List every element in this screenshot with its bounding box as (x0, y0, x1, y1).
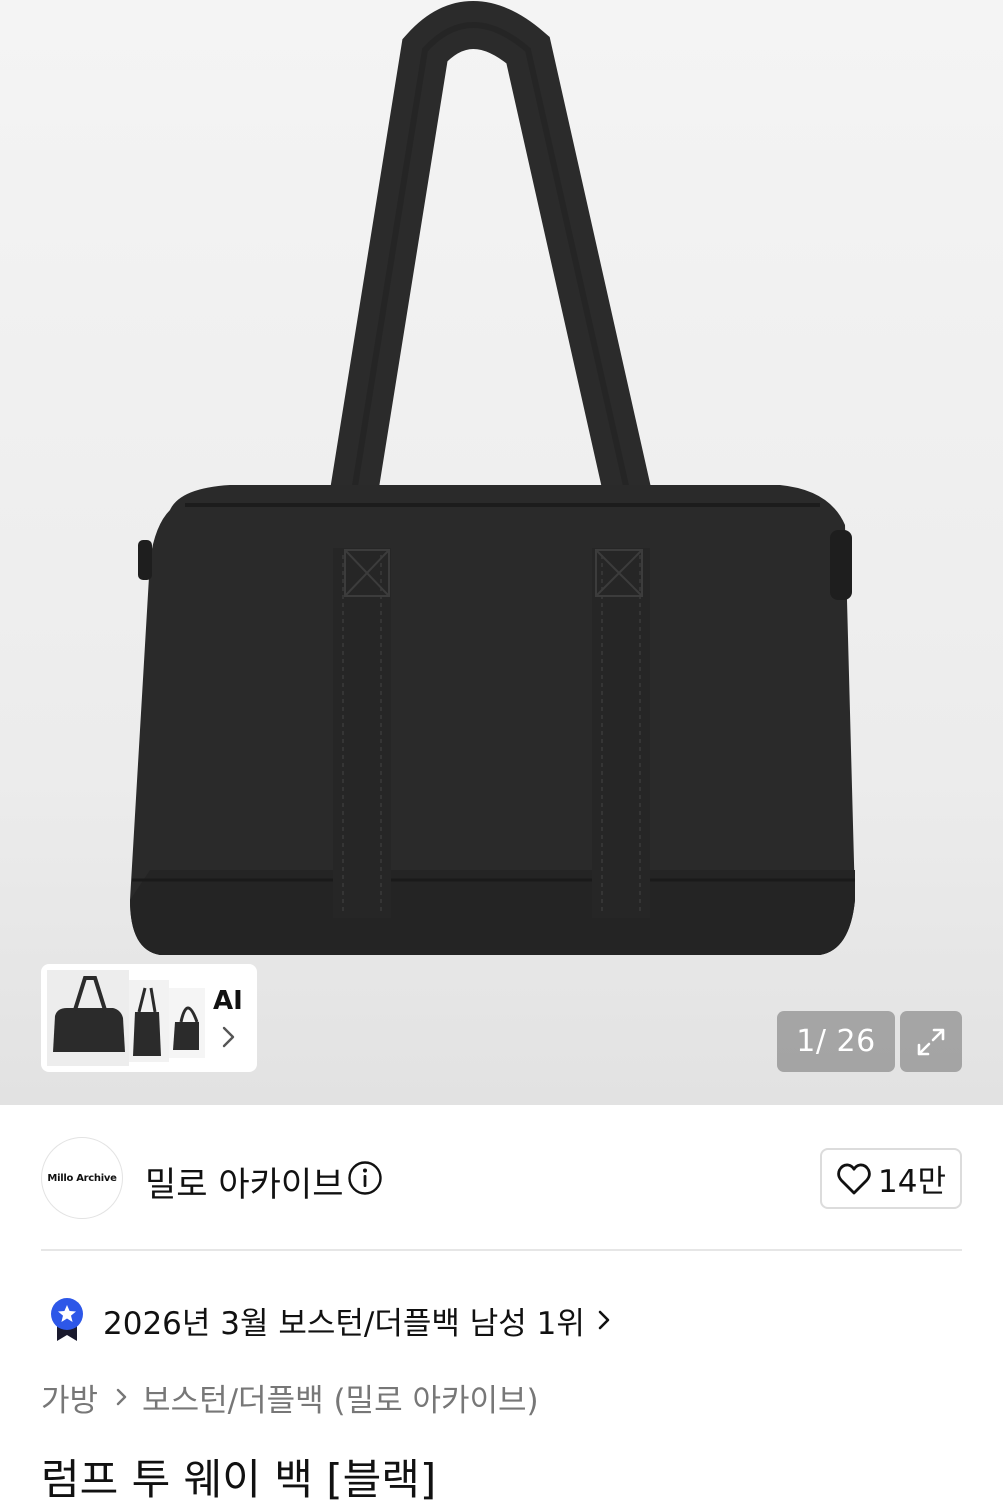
ai-label: AI (213, 986, 243, 1016)
like-button[interactable]: 14만 (820, 1148, 962, 1209)
expand-image-button[interactable] (900, 1011, 962, 1072)
ai-thumbnail-images (47, 970, 205, 1066)
product-photo (130, 1, 855, 955)
heart-icon (837, 1163, 871, 1194)
chevron-right-icon (222, 1026, 235, 1048)
like-count: 14만 (878, 1164, 946, 1200)
chevron-right-icon (116, 1388, 127, 1406)
image-counter: 1/ 26 (777, 1011, 895, 1072)
breadcrumb-item-bag[interactable]: 가방 (41, 1375, 98, 1420)
brand-name-link[interactable]: 밀로 아카이브 (145, 1157, 344, 1206)
expand-icon (917, 1028, 945, 1055)
ranking-text: 2026년 3월 보스턴/더플백 남성 1위 (103, 1306, 585, 1342)
info-icon[interactable] (347, 1160, 383, 1196)
brand-logo[interactable]: Millo Archive (41, 1137, 123, 1219)
ai-similar-items-card[interactable]: AI (41, 964, 257, 1072)
brand-logo-text: Millo Archive (47, 1172, 117, 1184)
breadcrumb-item-boston-duffle[interactable]: 보스턴/더플백 (밀로 아카이브) (142, 1375, 539, 1420)
product-title: 럼프 투 웨이 백 [블랙] (41, 1455, 437, 1504)
brand-row: Millo Archive 밀로 아카이브 14만 (0, 1105, 1003, 1250)
divider (41, 1249, 962, 1251)
chevron-right-icon (598, 1310, 610, 1330)
ranking-badge-icon (51, 1298, 83, 1341)
breadcrumb: 가방 보스턴/더플백 (밀로 아카이브) (41, 1374, 539, 1420)
product-image-gallery[interactable]: AI 1/ 26 (0, 0, 1003, 1105)
